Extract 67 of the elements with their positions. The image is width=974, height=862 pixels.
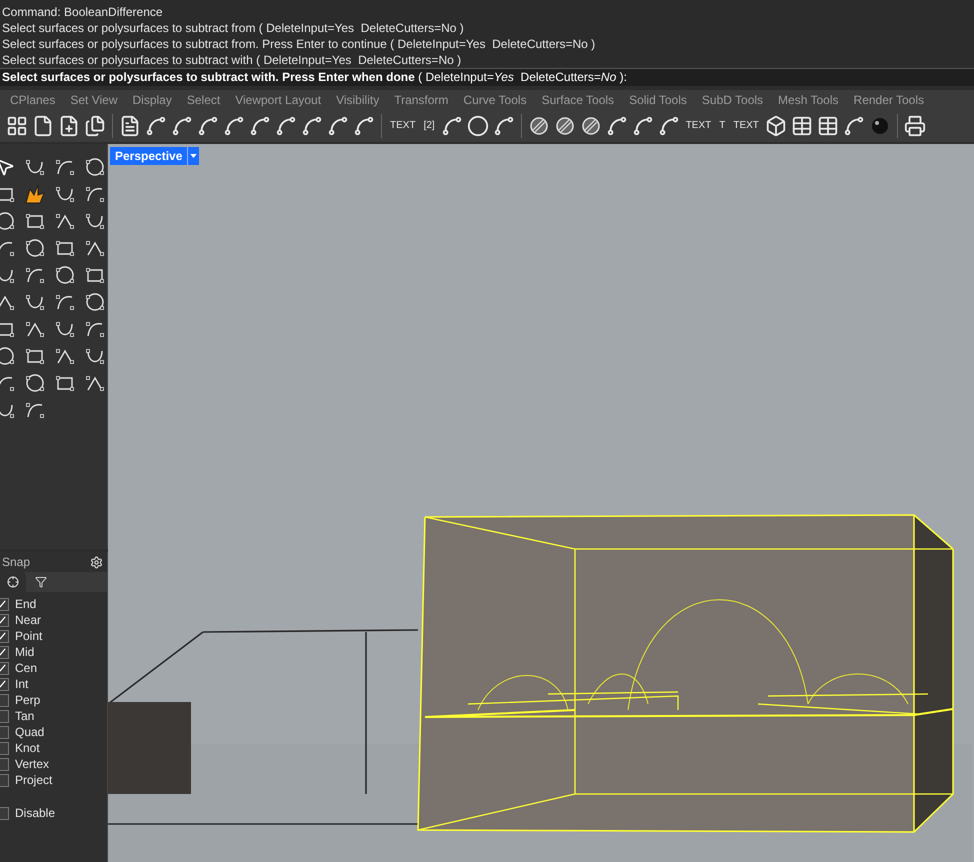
table-icon[interactable] (790, 115, 813, 137)
text-tool-icon[interactable]: TEXT (731, 121, 761, 131)
toolbar-tab[interactable]: Transform (394, 91, 448, 109)
settings-icon[interactable] (90, 556, 103, 568)
toolbar-tab[interactable]: Viewport Layout (235, 91, 322, 109)
text-tool-icon[interactable]: [2] (422, 121, 437, 131)
toolbar-tab[interactable]: CPlanes (10, 91, 56, 109)
osnap-label: Tan (15, 708, 34, 725)
text-tool-icon[interactable]: T (717, 121, 728, 131)
curve-tool-icon[interactable] (84, 291, 106, 313)
snap-icon (7, 576, 19, 588)
osnap-label: Point (15, 628, 42, 645)
circle-icon[interactable] (466, 115, 489, 137)
osnap-label: Cen (15, 660, 38, 677)
osnap-label: Vertex (15, 756, 50, 773)
curve-tool-icon[interactable] (0, 345, 16, 367)
curve-tool-icon[interactable] (84, 156, 106, 178)
hatch-icon[interactable] (528, 115, 550, 137)
osnap-label: Int (15, 676, 28, 693)
document-icon[interactable] (119, 115, 141, 137)
toolbar-tab[interactable]: Render Tools (854, 91, 924, 109)
toolbar-tab[interactable]: Solid Tools (629, 91, 687, 109)
hatch-icon[interactable] (580, 115, 602, 137)
cube-icon[interactable] (764, 115, 787, 137)
page-add-icon[interactable] (58, 115, 80, 137)
toolbar-tab[interactable]: Set View (70, 91, 118, 109)
osnap-label: Project (15, 772, 52, 789)
page-icon[interactable] (32, 115, 54, 137)
toolbar-tab[interactable]: Surface Tools (542, 91, 614, 109)
command-history-line: Select surfaces or polysurfaces to subtract from ( DeleteInput=Yes DeleteCutters=No ) (2, 20, 465, 36)
command-history-line: Select surfaces or polysurfaces to subtract from. Press Enter to continue ( DeleteInput=Yes DeleteCutters=No ) (2, 36, 596, 52)
panel-title: Snap (1, 554, 30, 571)
curve-tool-icon[interactable] (24, 237, 46, 259)
command-history-line: Select surfaces or polysurfaces to subtract with ( DeleteInput=Yes DeleteCutters=No ) (2, 52, 462, 68)
filter-icon (35, 576, 47, 588)
command-prompt[interactable]: Select surfaces or polysurfaces to subtract with. Press Enter when done ( DeleteInput=Yes DeleteCutters=No ): (0, 68, 974, 86)
osnap-label: Quad (15, 724, 44, 741)
viewport-title: Perspective (114, 148, 184, 165)
hatch-icon[interactable] (554, 115, 576, 137)
command-prompt-text: Select surfaces or polysurfaces to subtract with. Press Enter when done ( DeleteInput=Yes DeleteCutters=No ): (2, 70, 627, 84)
osnap-label: Mid (15, 644, 34, 661)
osnap-label: End (15, 596, 36, 613)
pages-icon[interactable] (84, 115, 106, 137)
command-history-line: Command: BooleanDifference (2, 4, 164, 20)
toolbar-tab[interactable]: Select (186, 91, 220, 109)
toolbar-tab[interactable]: Visibility (336, 91, 380, 109)
curve-tool-icon[interactable] (24, 372, 46, 394)
disable-label: Disable (15, 805, 56, 822)
dropdown-icon[interactable] (187, 147, 200, 165)
perspective-viewport[interactable]: Perspective (108, 144, 974, 862)
text-tool-icon[interactable]: TEXT (684, 121, 714, 131)
toolbar-tab[interactable]: Curve Tools (463, 91, 527, 109)
osnap-label: Knot (15, 740, 40, 757)
toolbar-tab[interactable]: SubD Tools (702, 91, 764, 109)
osnap-label: Near (15, 612, 42, 629)
curve-tool-icon[interactable] (54, 264, 76, 286)
toolbar-tab[interactable]: Display (132, 91, 172, 109)
curve-tool-icon[interactable] (0, 210, 16, 232)
pointer-icon[interactable] (0, 157, 15, 177)
explosion-icon[interactable] (24, 183, 46, 205)
printer-icon[interactable] (904, 115, 926, 137)
osnap-label: Perp (15, 692, 40, 709)
text-tool-icon[interactable]: TEXT (388, 121, 418, 131)
viewport-title-tab[interactable]: Perspective (110, 147, 200, 165)
toolbar-tab[interactable]: Mesh Tools (778, 91, 839, 109)
viewport-layout-icon[interactable] (6, 115, 28, 137)
table-icon[interactable] (816, 115, 839, 137)
